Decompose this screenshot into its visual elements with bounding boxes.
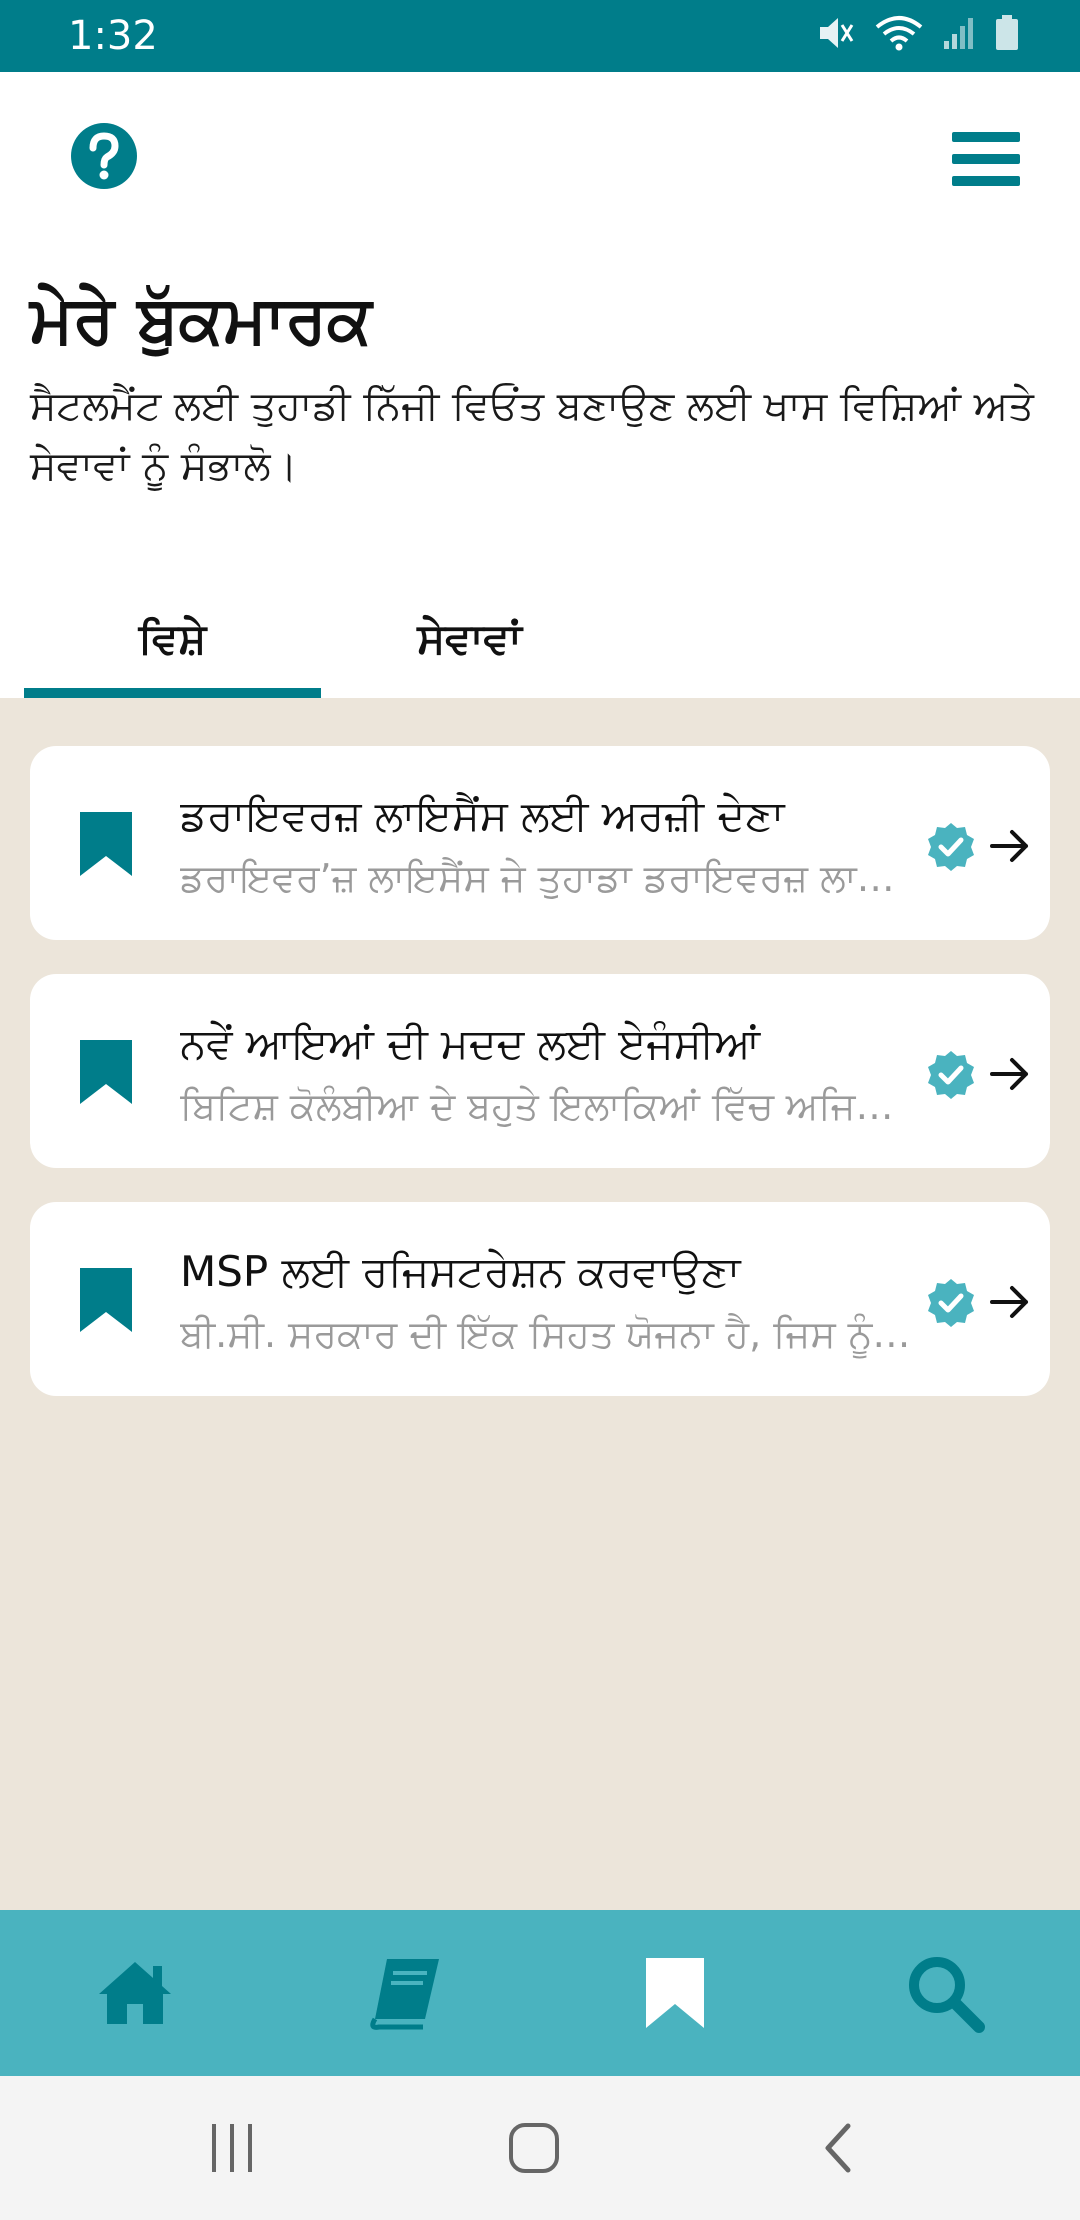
arrow-right-icon[interactable] — [988, 826, 1032, 866]
tab-topics[interactable]: ਵਿਸ਼ੇ — [24, 580, 321, 698]
bookmark-card[interactable]: MSP ਲਈ ਰਜਿਸਟਰੇਸ਼ਨ ਕਰਵਾਉਣਾ ਬੀ.ਸੀ. ਸਰਕਾਰ ਦ… — [30, 1202, 1050, 1396]
bookmark-icon[interactable] — [78, 1038, 134, 1106]
arrow-right-icon[interactable] — [988, 1282, 1032, 1322]
home-button-icon — [509, 2123, 559, 2173]
tab-services[interactable]: ਸੇਵਾਵਾਂ — [321, 580, 618, 698]
recents-icon — [212, 2124, 252, 2172]
wifi-icon — [875, 16, 923, 51]
home-icon — [99, 1962, 171, 2024]
bookmark-description: ਬੀ.ਸੀ. ਸਰਕਾਰ ਦੀ ਇੱਕ ਸਿਹਤ ਯੋਜਨਾ ਹੈ, ਜਿਸ ਨ… — [180, 1312, 911, 1356]
nav-search[interactable] — [810, 1910, 1080, 2076]
arrow-right-icon[interactable] — [988, 1054, 1032, 1094]
system-navigation-bar — [0, 2076, 1080, 2220]
status-bar: 1:32 — [0, 0, 1080, 72]
mute-icon — [820, 18, 854, 48]
bookmark-description: ਬਿਟਿਸ਼ ਕੋਲੰਬੀਆ ਦੇ ਬਹੁਤੇ ਇਲਾਕਿਆਂ ਵਿੱਚ ਅਜਿ… — [180, 1084, 894, 1128]
nav-home[interactable] — [0, 1910, 270, 2076]
tab-bar: ਵਿਸ਼ੇ ਸੇਵਾਵਾਂ — [0, 580, 1080, 698]
status-icons — [816, 14, 1020, 52]
search-icon — [909, 1957, 985, 2033]
page-subtitle: ਸੈਟਲਮੈਂਟ ਲਈ ਤੁਹਾਡੀ ਨਿੱਜੀ ਵਿਓਂਤ ਬਣਾਉਣ ਲਈ … — [30, 383, 1034, 489]
help-icon[interactable] — [70, 122, 138, 190]
verified-badge-icon — [928, 823, 974, 871]
bookmark-title: MSP ਲਈ ਰਜਿਸਟਰੇਸ਼ਨ ਕਰਵਾਉਣਾ — [180, 1247, 741, 1296]
home-button[interactable] — [474, 2076, 594, 2220]
verified-badge-icon — [928, 1051, 974, 1099]
back-button[interactable] — [778, 2076, 898, 2220]
hamburger-menu-icon[interactable] — [952, 130, 1020, 188]
verified-badge-icon — [928, 1279, 974, 1327]
recents-button[interactable] — [172, 2076, 292, 2220]
nav-bookmarks[interactable] — [540, 1910, 810, 2076]
bookmark-icon[interactable] — [78, 1266, 134, 1334]
bookmark-icon[interactable] — [78, 810, 134, 878]
bottom-navigation — [0, 1910, 1080, 2076]
battery-icon — [996, 15, 1018, 50]
bookmark-list: ਡਰਾਇਵਰਜ਼ ਲਾਇਸੈਂਸ ਲਈ ਅਰਜ਼ੀ ਦੇਣਾ ਡਰਾਇਵਰ’ਜ਼… — [0, 698, 1080, 1910]
bookmark-card[interactable]: ਨਵੇਂ ਆਇਆਂ ਦੀ ਮਦਦ ਲਈ ਏਜੰਸੀਆਂ ਬਿਟਿਸ਼ ਕੋਲੰਬ… — [30, 974, 1050, 1168]
tab-selected-indicator — [24, 688, 321, 698]
bookmark-title: ਡਰਾਇਵਰਜ਼ ਲਾਇਸੈਂਸ ਲਈ ਅਰਜ਼ੀ ਦੇਣਾ — [180, 791, 785, 840]
bookmark-description: ਡਰਾਇਵਰ’ਜ਼ ਲਾਇਸੈਂਸ ਜੇ ਤੁਹਾਡਾ ਡਰਾਇਵਰਜ਼ ਲਾ… — [180, 856, 895, 900]
back-icon — [825, 2123, 851, 2173]
status-time: 1:32 — [68, 13, 158, 59]
page-title: ਮੇਰੇ ਬੁੱਕਮਾਰਕ — [30, 281, 372, 358]
bookmark-card[interactable]: ਡਰਾਇਵਰਜ਼ ਲਾਇਸੈਂਸ ਲਈ ਅਰਜ਼ੀ ਦੇਣਾ ਡਰਾਇਵਰ’ਜ਼… — [30, 746, 1050, 940]
book-icon — [370, 1959, 439, 2030]
signal-icon — [944, 18, 973, 49]
bookmark-title: ਨਵੇਂ ਆਇਆਂ ਦੀ ਮਦਦ ਲਈ ਏਜੰਸੀਆਂ — [180, 1019, 761, 1068]
nav-library[interactable] — [270, 1910, 540, 2076]
bookmark-icon — [646, 1958, 704, 2028]
